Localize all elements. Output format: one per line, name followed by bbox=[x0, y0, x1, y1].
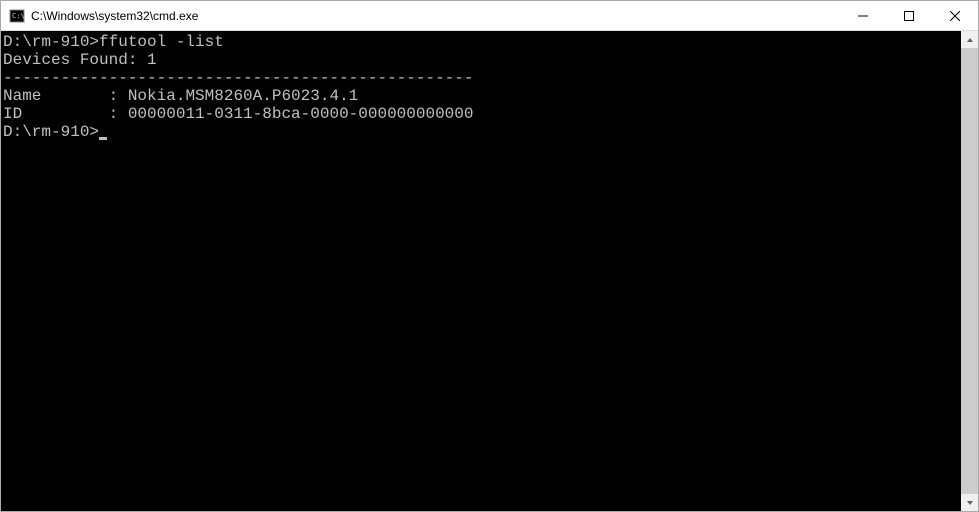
terminal-output[interactable]: D:\rm-910>ffutool -listDevices Found: 1-… bbox=[1, 31, 961, 511]
close-button[interactable] bbox=[932, 1, 978, 30]
name-sep: : bbox=[41, 87, 127, 105]
titlebar-left: C:\ C:\Windows\system32\cmd.exe bbox=[9, 8, 198, 24]
id-label: ID bbox=[3, 105, 22, 123]
minimize-button[interactable] bbox=[840, 1, 886, 30]
titlebar[interactable]: C:\ C:\Windows\system32\cmd.exe bbox=[1, 1, 978, 31]
vertical-scrollbar[interactable] bbox=[961, 31, 978, 511]
cmd-icon: C:\ bbox=[9, 8, 25, 24]
window-title: C:\Windows\system32\cmd.exe bbox=[31, 9, 198, 23]
id-value: 00000011-0311-8bca-0000-000000000000 bbox=[128, 105, 474, 123]
prompt-2: D:\rm-910> bbox=[3, 123, 99, 141]
scroll-up-arrow[interactable] bbox=[961, 31, 978, 48]
window-controls bbox=[840, 1, 978, 30]
cmd-window: C:\ C:\Windows\system32\cmd.exe D:\rm-91… bbox=[0, 0, 979, 512]
command-1: ffutool -list bbox=[99, 33, 224, 51]
maximize-button[interactable] bbox=[886, 1, 932, 30]
id-sep: : bbox=[22, 105, 128, 123]
devices-found: Devices Found: 1 bbox=[3, 51, 961, 69]
scroll-down-arrow[interactable] bbox=[961, 494, 978, 511]
prompt-1: D:\rm-910> bbox=[3, 33, 99, 51]
name-label: Name bbox=[3, 87, 41, 105]
content-area: D:\rm-910>ffutool -listDevices Found: 1-… bbox=[1, 31, 978, 511]
separator: ----------------------------------------… bbox=[3, 69, 961, 87]
name-value: Nokia.MSM8260A.P6023.4.1 bbox=[128, 87, 358, 105]
scroll-track[interactable] bbox=[961, 48, 978, 494]
svg-text:C:\: C:\ bbox=[12, 12, 25, 20]
cursor bbox=[99, 137, 107, 140]
scroll-thumb[interactable] bbox=[961, 48, 978, 494]
